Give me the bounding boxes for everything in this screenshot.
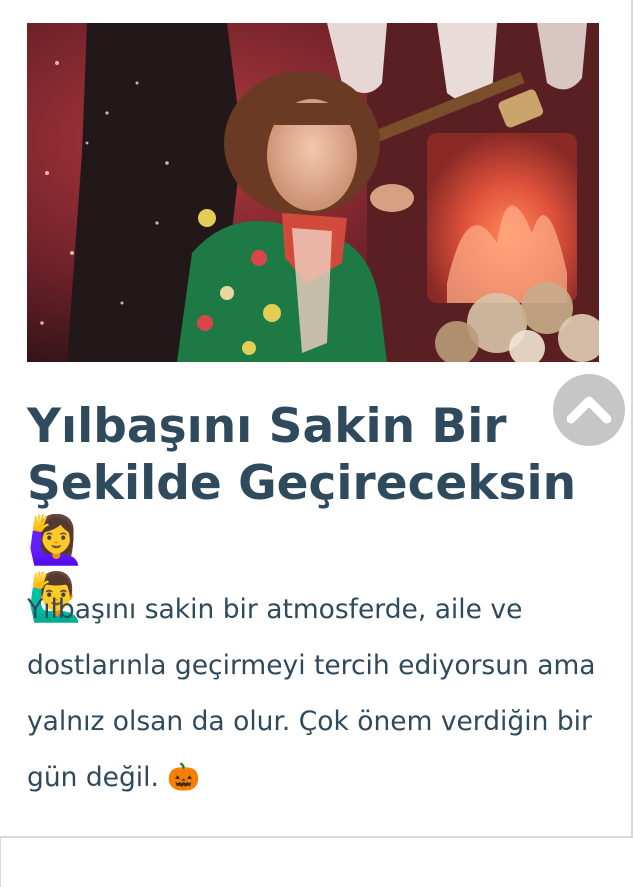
jack-o-lantern-emoji: 🎃 xyxy=(167,762,201,793)
result-card: Yılbaşını Sakin Bir Şekilde Geçireceksin… xyxy=(0,0,633,838)
hero-image xyxy=(27,23,599,362)
result-description-text: Yılbaşını sakin bir atmosferde, aile ve … xyxy=(27,594,596,793)
chevron-up-icon xyxy=(567,396,611,424)
page-bottom-area xyxy=(0,838,633,887)
result-description: Yılbaşını sakin bir atmosferde, aile ve … xyxy=(27,582,602,806)
woman-raising-hand-emoji: 🙋‍♀️ xyxy=(27,513,86,568)
scroll-to-top-button[interactable] xyxy=(553,374,625,446)
result-title-text: Yılbaşını Sakin Bir Şekilde Geçireceksin xyxy=(27,399,577,511)
